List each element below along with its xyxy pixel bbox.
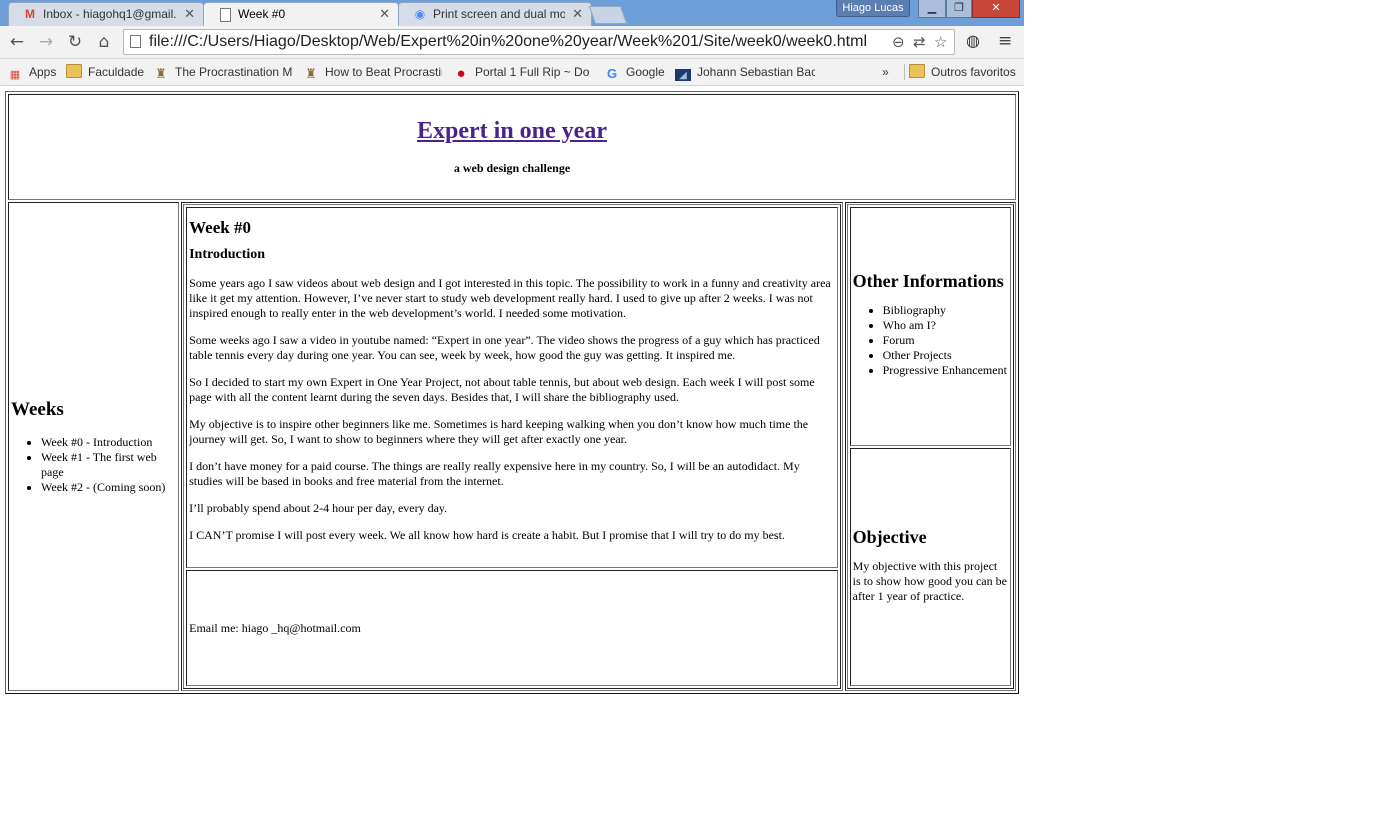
google-icon: G (606, 66, 618, 81)
star-icon[interactable]: ☆ (934, 33, 947, 51)
list-item: Who am I? (883, 318, 1008, 333)
other-info-heading: Other Informations (852, 271, 1004, 292)
bookmarks-overflow-icon[interactable]: » (882, 63, 896, 81)
list-item: Forum (883, 333, 1008, 348)
list-item: Week #1 - The first web page (41, 450, 176, 480)
home-icon[interactable]: ⌂ (94, 32, 114, 52)
contact-email: Email me: hiago _hq@hotmail.com (189, 620, 361, 635)
week-heading: Week #0 (189, 218, 251, 237)
bookmarks-bar: ▦ Apps Faculdade ♜ The Procrastination M ♜… (0, 59, 1024, 86)
address-bar[interactable]: file:///C:/Users/Hiago/Desktop/Web/Exper… (123, 29, 955, 55)
bookmark-label: The Procrastination M (175, 65, 292, 79)
tab-label: Print screen and dual mon (433, 7, 565, 21)
bookmark-google[interactable]: G Google (604, 63, 668, 81)
right-column: Other Informations Bibliography Who am I… (844, 202, 1016, 691)
objective-cell: Objective My objective with this project… (849, 447, 1011, 686)
paragraph: My objective is to inspire other beginne… (189, 417, 809, 446)
paragraph: Some weeks ago I saw a video in youtube … (189, 333, 820, 362)
forward-icon[interactable]: → (36, 32, 56, 52)
main-table: Week #0 Introduction Some years ago I sa… (183, 204, 841, 689)
bookmark-portal[interactable]: ● Portal 1 Full Rip ~ Do (453, 63, 593, 81)
bookmark-label: Google (626, 65, 665, 79)
bookmark-label: Portal 1 Full Rip ~ Do (475, 65, 590, 79)
close-tab-icon[interactable]: ✕ (572, 6, 583, 22)
bookmark-faculdade[interactable]: Faculdade (66, 63, 146, 81)
reload-icon[interactable]: ↻ (65, 32, 85, 52)
bookmark-label: How to Beat Procrastin (325, 65, 442, 79)
folder-icon (909, 64, 925, 78)
list-item: Progressive Enhancement (883, 363, 1008, 378)
bookmark-bach[interactable]: ◢ Johann Sebastian Bach (675, 63, 815, 81)
tab-strip: M Inbox - hiagohq1@gmail.c ✕ Week #0 ✕ ◉… (0, 0, 1024, 26)
content-cell: Week #0 Introduction Some years ago I sa… (186, 207, 838, 568)
record-icon: ● (456, 65, 466, 81)
objective-heading: Objective (852, 526, 927, 547)
tab-label: Inbox - hiagohq1@gmail.c (43, 7, 177, 21)
bookmark-label: Faculdade (88, 65, 145, 79)
paragraph: I’ll probably spend about 2-4 hour per d… (189, 501, 448, 515)
zoom-icon[interactable]: ⊖ (892, 33, 905, 51)
restore-button[interactable]: ❐ (946, 0, 972, 18)
bookmark-label: Johann Sebastian Bach (697, 65, 815, 79)
layout-table: Expert in one year a web design challeng… (5, 91, 1019, 694)
bookmark-beat-procrastination[interactable]: ♜ How to Beat Procrastin (303, 63, 442, 81)
bookmarks-divider (904, 64, 905, 80)
bookmark-label: Apps (29, 65, 57, 79)
paragraph: I don’t have money for a paid course. Th… (189, 459, 800, 488)
site-icon: ♜ (305, 66, 317, 81)
profile-button[interactable]: Hiago Lucas (836, 0, 910, 17)
site-subtitle: a web design challenge (453, 161, 571, 175)
url-text[interactable]: file:///C:/Users/Hiago/Desktop/Web/Exper… (149, 33, 867, 51)
bookmark-other-favorites[interactable]: Outros favoritos (909, 63, 1019, 81)
weeks-list: Week #0 - Introduction Week #1 - The fir… (11, 435, 176, 495)
objective-text: My objective with this project is to sho… (852, 558, 1007, 603)
site-icon: ◢ (675, 69, 691, 81)
footer-cell: Email me: hiago _hq@hotmail.com (186, 570, 838, 686)
list-item: Other Projects (883, 348, 1008, 363)
browser-window: M Inbox - hiagohq1@gmail.c ✕ Week #0 ✕ ◉… (0, 0, 1024, 86)
paragraph: So I decided to start my own Expert in O… (189, 375, 815, 404)
main-column: Week #0 Introduction Some years ago I sa… (181, 202, 843, 691)
intro-heading: Introduction (189, 247, 266, 262)
bookmark-apps[interactable]: ▦ Apps (7, 63, 59, 81)
close-tab-icon[interactable]: ✕ (379, 6, 390, 22)
web-page: Expert in one year a web design challeng… (0, 86, 1024, 832)
chrome-icon: ◉ (414, 7, 426, 21)
tab-label: Week #0 (238, 7, 286, 21)
extension-icon[interactable]: ◍ (966, 32, 984, 50)
translate-icon[interactable]: ⇄ (913, 33, 926, 51)
weeks-heading: Weeks (11, 398, 64, 420)
new-tab-button[interactable] (588, 6, 628, 24)
sidebar-table: Other Informations Bibliography Who am I… (846, 204, 1014, 689)
list-item: Week #2 - (Coming soon) (41, 480, 176, 495)
gmail-icon: M (25, 7, 35, 21)
browser-toolbar: ← → ↻ ⌂ file:///C:/Users/Hiago/Desktop/W… (0, 26, 1024, 59)
header-cell: Expert in one year a web design challeng… (8, 94, 1016, 200)
menu-icon[interactable]: ≡ (998, 32, 1016, 50)
close-window-button[interactable]: ✕ (972, 0, 1020, 18)
tab-print-screen[interactable]: ◉ Print screen and dual mon ✕ (398, 2, 592, 26)
folder-icon (66, 64, 82, 78)
back-icon[interactable]: ← (7, 32, 27, 52)
site-icon: ♜ (155, 66, 167, 81)
tab-week0[interactable]: Week #0 ✕ (203, 2, 399, 26)
list-item: Bibliography (883, 303, 1008, 318)
apps-grid-icon: ▦ (9, 69, 21, 81)
paragraph: I CAN’T promise I will post every week. … (189, 528, 785, 542)
page-icon (220, 8, 231, 22)
list-item: Week #0 - Introduction (41, 435, 176, 450)
bookmark-label: Outros favoritos (931, 65, 1016, 79)
page-icon (130, 35, 141, 48)
minimize-button[interactable]: ▁ (918, 0, 946, 18)
weeks-cell: Weeks Week #0 - Introduction Week #1 - T… (8, 202, 180, 691)
bookmark-procrastination[interactable]: ♜ The Procrastination M (153, 63, 292, 81)
site-title-link[interactable]: Expert in one year (417, 118, 607, 144)
tab-inbox[interactable]: M Inbox - hiagohq1@gmail.c ✕ (8, 2, 204, 26)
other-info-list: Bibliography Who am I? Forum Other Proje… (853, 303, 1008, 378)
close-tab-icon[interactable]: ✕ (184, 6, 195, 22)
paragraph: Some years ago I saw videos about web de… (189, 276, 831, 320)
other-info-cell: Other Informations Bibliography Who am I… (849, 207, 1011, 446)
